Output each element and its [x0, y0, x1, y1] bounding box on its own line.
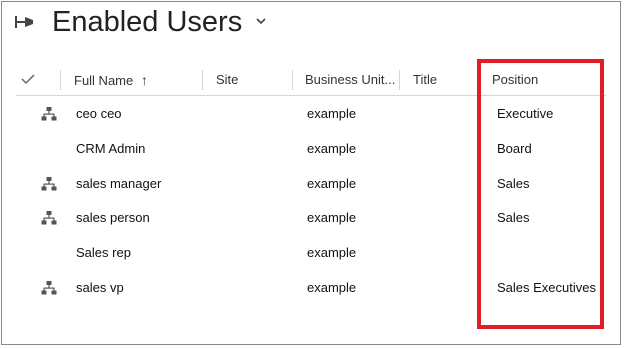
hierarchy-icon[interactable] [41, 177, 57, 191]
business-unit-cell[interactable]: example [307, 132, 356, 166]
hierarchy-icon[interactable] [41, 281, 57, 295]
chevron-down-icon[interactable] [254, 14, 268, 28]
business-unit-cell[interactable]: example [307, 236, 356, 270]
position-cell[interactable]: Sales [497, 201, 530, 235]
column-divider[interactable] [202, 70, 203, 90]
column-header-title[interactable]: Title [413, 65, 473, 95]
pin-icon[interactable] [14, 14, 36, 30]
column-header-site[interactable]: Site [216, 65, 286, 95]
position-cell[interactable]: Executive [497, 97, 553, 131]
full-name-cell[interactable]: sales person [76, 201, 150, 235]
business-unit-cell[interactable]: example [307, 97, 356, 131]
full-name-cell[interactable]: CRM Admin [76, 132, 145, 166]
column-header-label: Full Name [74, 73, 134, 88]
full-name-cell[interactable]: Sales rep [76, 236, 131, 270]
position-cell[interactable]: Sales Executives [497, 271, 596, 305]
table-row[interactable]: sales person example Sales [16, 201, 606, 235]
hierarchy-icon[interactable] [41, 211, 57, 225]
table-row[interactable]: CRM Admin example Board [16, 132, 606, 166]
column-divider[interactable] [479, 70, 480, 90]
view-container: Enabled Users Full Name ↑ Site Business … [1, 1, 621, 345]
table-row[interactable]: sales vp example Sales Executives [16, 271, 606, 305]
column-header-business-unit[interactable]: Business Unit... [305, 65, 401, 95]
grid-header: Full Name ↑ Site Business Unit... Title … [16, 65, 606, 96]
full-name-cell[interactable]: sales vp [76, 271, 124, 305]
column-header-position[interactable]: Position [492, 65, 592, 95]
table-row[interactable]: ceo ceo example Executive [16, 97, 606, 131]
table-row[interactable]: Sales rep example [16, 236, 606, 270]
business-unit-cell[interactable]: example [307, 167, 356, 201]
column-header-full-name[interactable]: Full Name ↑ [74, 65, 194, 95]
hierarchy-icon[interactable] [41, 107, 57, 121]
table-row[interactable]: sales manager example Sales [16, 167, 606, 201]
business-unit-cell[interactable]: example [307, 271, 356, 305]
arrow-up-icon: ↑ [140, 72, 148, 88]
column-divider[interactable] [399, 70, 400, 90]
full-name-cell[interactable]: ceo ceo [76, 97, 122, 131]
column-divider [60, 70, 61, 90]
position-cell[interactable]: Sales [497, 167, 530, 201]
business-unit-cell[interactable]: example [307, 201, 356, 235]
full-name-cell[interactable]: sales manager [76, 167, 161, 201]
view-title: Enabled Users [52, 6, 243, 38]
position-cell[interactable]: Board [497, 132, 532, 166]
column-divider[interactable] [292, 70, 293, 90]
